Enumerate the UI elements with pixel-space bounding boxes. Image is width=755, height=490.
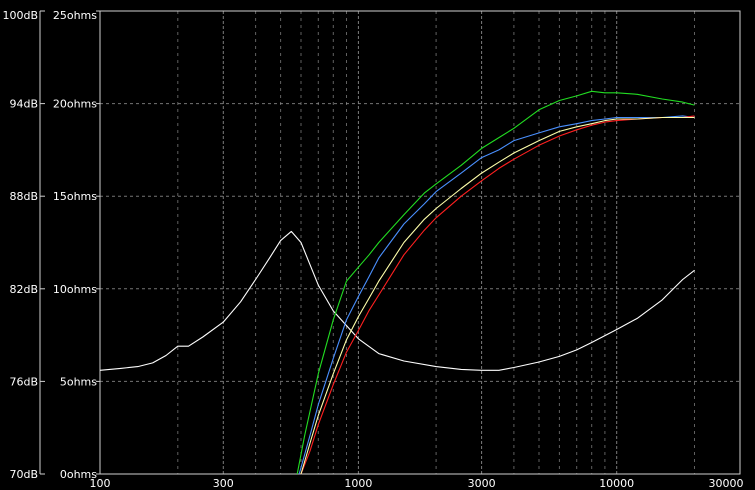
ohm-tick-label: 5ohms bbox=[60, 375, 97, 388]
x-tick-label: 30000 bbox=[709, 477, 744, 490]
ohm-tick-label: 10ohms bbox=[53, 283, 97, 296]
ohm-tick-label: 15ohms bbox=[53, 190, 97, 203]
ohm-tick-label: 20ohms bbox=[53, 98, 97, 111]
x-tick-label: 300 bbox=[213, 477, 234, 490]
x-tick-label: 3000 bbox=[468, 477, 496, 490]
x-tick-label: 10000 bbox=[599, 477, 634, 490]
db-tick-label: 88dB bbox=[9, 190, 38, 203]
db-tick-label: 82dB bbox=[9, 283, 38, 296]
frequency-response-chart: 70dB76dB82dB88dB94dB100dB0ohms5ohms10ohm… bbox=[0, 0, 755, 490]
ohm-tick-label: 25ohms bbox=[53, 9, 97, 22]
db-tick-label: 76dB bbox=[9, 375, 38, 388]
db-tick-label: 100dB bbox=[2, 9, 38, 22]
x-tick-label: 100 bbox=[90, 477, 111, 490]
x-tick-label: 1000 bbox=[344, 477, 372, 490]
db-tick-label: 70dB bbox=[9, 468, 38, 481]
db-tick-label: 94dB bbox=[9, 98, 38, 111]
